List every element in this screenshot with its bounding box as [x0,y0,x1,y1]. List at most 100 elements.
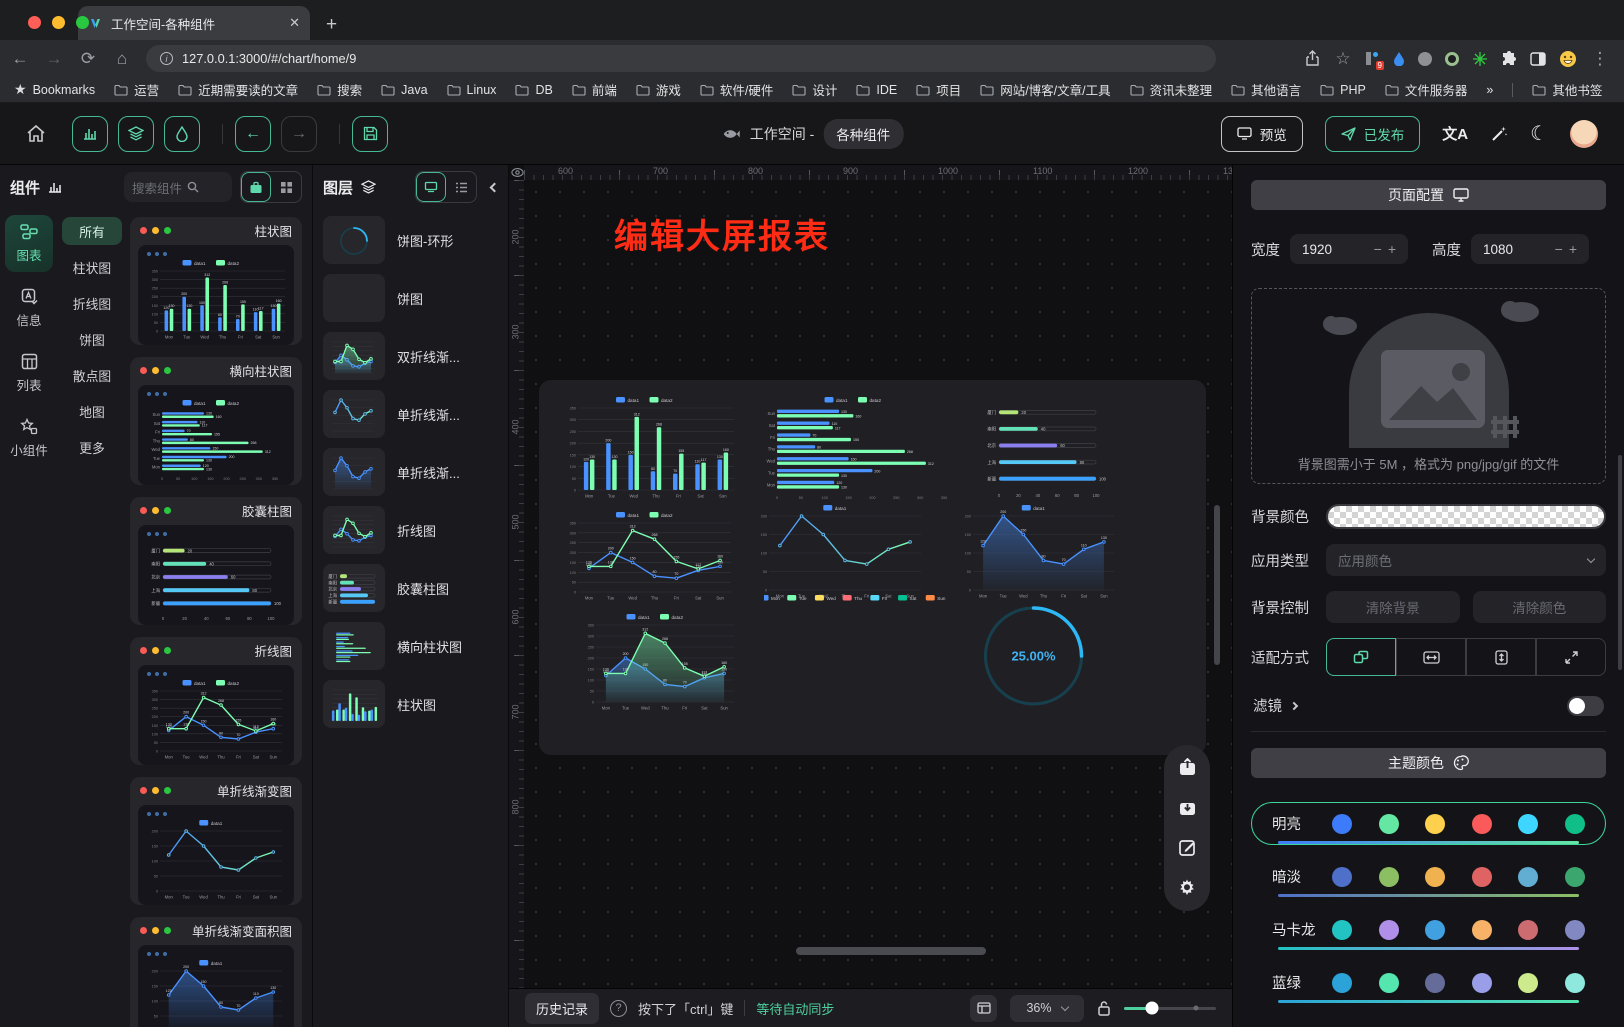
layer-item[interactable]: 饼图 [323,273,498,323]
thumbnail-view-button[interactable] [416,172,446,202]
extension-ring-icon[interactable] [1445,52,1459,66]
theme-row-马卡龙[interactable]: 马卡龙 [1251,908,1606,951]
extension-grey-icon[interactable] [1418,52,1432,66]
help-icon[interactable]: ? [610,1000,627,1017]
eye-icon[interactable] [511,166,524,179]
dashboard-preview[interactable]: data1data2350300250200150100500Mon120130… [539,380,1206,755]
extension-atom-icon[interactable] [1472,51,1488,67]
bookmark-folder[interactable]: IDE [856,80,897,99]
undo-button[interactable]: ← [235,116,271,152]
list-view-button[interactable] [446,172,476,202]
site-info-icon[interactable]: i [160,52,173,65]
minimize-window-button[interactable] [52,16,65,29]
preview-button[interactable]: 预览 [1221,116,1303,152]
sidebar-item-3[interactable]: 列表 [5,345,53,402]
category-item[interactable]: 地图 [62,397,122,425]
layer-item[interactable]: 折线图 [323,505,498,555]
fit-scale-button[interactable] [1326,638,1396,676]
split-view-icon[interactable] [1530,52,1546,66]
pie-widget[interactable]: MonTueWedThuFriSatSun [764,593,949,715]
collapse-panel-icon[interactable] [490,182,500,192]
canvas-horizontal-scrollbar[interactable] [796,947,986,955]
clear-background-button[interactable]: 清除背景 [1326,591,1460,623]
new-tab-button[interactable]: + [326,15,337,34]
component-card[interactable]: 单折线渐变面积图data1200150100500120200150807011… [130,917,302,1027]
component-card[interactable]: 柱状图data1data2350300250200150100500Mon120… [130,217,302,345]
reload-icon[interactable]: ⟳ [78,49,98,69]
tab-close-icon[interactable]: ✕ [289,15,300,31]
chevron-right-icon[interactable] [1290,701,1298,709]
ring-progress-widget[interactable]: 25.00% [971,602,1096,710]
browser-menu-icon[interactable]: ⋮ [1590,49,1610,69]
clear-color-button[interactable]: 清除颜色 [1473,591,1607,623]
redo-button[interactable]: → [281,116,317,152]
project-name-badge[interactable]: 各种组件 [823,119,903,149]
category-item[interactable]: 所有 [62,217,122,245]
component-card[interactable]: 单折线渐变图data1200150100500MonTueWedThuFriSa… [130,777,302,905]
lock-icon[interactable] [1097,1000,1111,1016]
extension-translate-icon[interactable]: 9 [1366,52,1380,66]
language-icon[interactable]: 文A [1442,123,1468,144]
fit-stretch-button[interactable] [1536,638,1606,676]
width-stepper[interactable]: 1920−+ [1290,234,1408,264]
bookmarks-overflow-button[interactable]: » [1486,83,1493,97]
search-input[interactable]: 搜索组件 [124,172,232,202]
bookmark-folder[interactable]: 软件/硬件 [700,80,773,99]
line-gradient-area-widget[interactable]: data12001501005001202001508070110130MonT… [956,503,1121,600]
dark-mode-moon-icon[interactable]: ☾ [1530,121,1548,146]
app-home-icon[interactable] [26,124,46,143]
decrement-icon[interactable]: − [1371,241,1385,257]
line-gradient-widget[interactable]: data1200150100500MonTueWedThuFriSatSun [752,503,928,600]
canvas-text-widget[interactable]: 编辑大屏报表 [614,209,830,258]
bookmark-folder[interactable]: 网站/博客/文章/工具 [980,80,1110,99]
bookmark-folder[interactable]: DB [515,80,552,99]
sidebar-item-1[interactable]: 图表 [5,215,53,272]
canvas-vertical-scrollbar[interactable] [1214,505,1220,665]
bookmark-folder[interactable]: 设计 [792,80,837,99]
home-icon[interactable]: ⌂ [112,49,132,69]
user-avatar[interactable] [1570,120,1598,148]
design-canvas[interactable]: 6007008009001000110012001300 20030040050… [509,165,1232,1027]
save-button[interactable] [352,116,388,152]
browser-tab[interactable]: 工作空间-各种组件 ✕ [78,6,310,40]
components-toolbar-button[interactable] [72,116,108,152]
zoom-window-button[interactable] [76,16,89,29]
hbar-widget[interactable]: data1data2Sun130160Sat110117Fri70155Thu8… [758,395,958,500]
component-card[interactable]: 折线图data1data2350300250200150100500120200… [130,637,302,765]
quick-theme-icon[interactable] [970,995,997,1022]
window-controls[interactable] [28,16,89,29]
sidebar-item-4[interactable]: 小组件 [5,410,53,467]
address-bar[interactable]: i 127.0.0.1:3000/#/chart/home/9 [146,45,1216,72]
history-button[interactable]: 历史记录 [525,993,599,1024]
back-icon[interactable]: ← [10,49,30,69]
layer-item[interactable]: 厦门南阳北京上海新疆胶囊柱图 [323,563,498,613]
category-item[interactable]: 柱状图 [62,253,122,281]
category-item[interactable]: 折线图 [62,289,122,317]
layer-item[interactable]: 柱状图 [323,679,498,729]
bg-color-swatch[interactable] [1326,504,1606,529]
profile-emoji-icon[interactable] [1559,50,1577,68]
height-stepper[interactable]: 1080−+ [1471,234,1589,264]
bookmark-star-icon[interactable]: ☆ [1333,49,1353,69]
extension-drop-icon[interactable] [1393,51,1405,66]
category-item[interactable]: 饼图 [62,325,122,353]
bookmark-folder[interactable]: 资讯未整理 [1130,80,1213,99]
fit-height-button[interactable] [1466,638,1536,676]
theme-row-暗淡[interactable]: 暗淡 [1251,855,1606,898]
layer-item[interactable]: 单折线渐... [323,389,498,439]
background-upload-dropzone[interactable]: 背景图需小于 5M ，格式为 png/jpg/gif 的文件 [1251,288,1606,484]
bookmark-folder[interactable]: 游戏 [636,80,681,99]
component-card[interactable]: 横向柱状图data1data2Sun130160Sat110117Fri7015… [130,357,302,485]
import-icon[interactable] [1178,798,1197,817]
sidebar-item-2[interactable]: 信息 [5,280,53,337]
settings-gear-icon[interactable] [1177,878,1197,898]
bookmark-folder[interactable]: 搜索 [317,80,362,99]
line-widget[interactable]: data1data2350300250200150100500120200150… [561,510,738,602]
share-icon[interactable] [1305,50,1320,67]
bookmark-folder[interactable]: 运营 [114,80,159,99]
app-type-select[interactable]: 应用颜色 [1326,544,1606,576]
bookmark-folder[interactable]: 近期需要读的文章 [178,80,298,99]
other-bookmarks-folder[interactable]: 其他书签 [1532,80,1602,99]
layer-item[interactable]: 双折线渐... [323,331,498,381]
bookmark-folder[interactable]: Linux [447,80,497,99]
